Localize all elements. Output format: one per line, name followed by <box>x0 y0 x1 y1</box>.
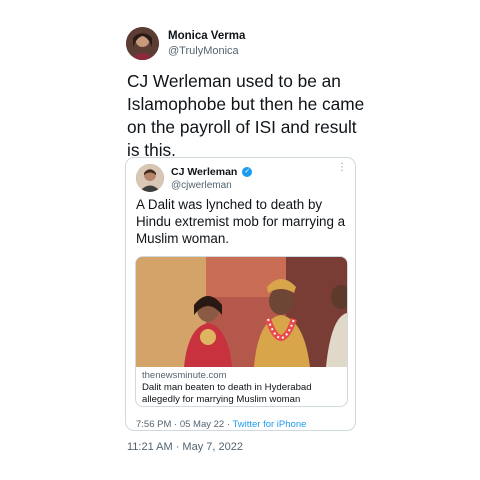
quoted-tweet[interactable]: CJ Werleman ✓ @cjwerleman ⋮ A Dalit was … <box>125 157 356 431</box>
quoted-avatar-image <box>136 164 164 192</box>
quoted-author-name[interactable]: CJ Werleman ✓ <box>171 166 253 178</box>
author-name[interactable]: Monica Verma <box>168 30 245 42</box>
quoted-tweet-text: A Dalit was lynched to death by Hindu ex… <box>136 197 346 246</box>
link-card-image <box>136 257 347 367</box>
link-card[interactable]: thenewsminute.com Dalit man beaten to de… <box>135 256 348 407</box>
tweet-text: CJ Werleman used to be an Islamophobe bu… <box>127 71 365 160</box>
more-options-icon[interactable]: ⋮ <box>337 162 347 173</box>
quoted-author-avatar[interactable] <box>136 164 164 192</box>
quoted-author-handle[interactable]: @cjwerleman <box>171 180 232 191</box>
link-title: Dalit man beaten to death in Hyderabad a… <box>142 382 312 405</box>
avatar[interactable] <box>126 27 159 60</box>
tweet-timestamp[interactable]: 11:21 AM · May 7, 2022 <box>127 441 243 453</box>
author-handle[interactable]: @TrulyMonica <box>168 45 239 57</box>
link-domain: thenewsminute.com <box>142 370 227 381</box>
tweet-source-link[interactable]: Twitter for iPhone <box>232 419 306 430</box>
quoted-author-name-text: CJ Werleman <box>171 166 238 178</box>
verified-icon: ✓ <box>242 167 253 178</box>
quoted-tweet-footer: 7:56 PM · 05 May 22 · Twitter for iPhone <box>136 419 306 430</box>
avatar-image <box>126 27 159 60</box>
quoted-tweet-time[interactable]: 7:56 PM · 05 May 22 <box>136 419 224 430</box>
